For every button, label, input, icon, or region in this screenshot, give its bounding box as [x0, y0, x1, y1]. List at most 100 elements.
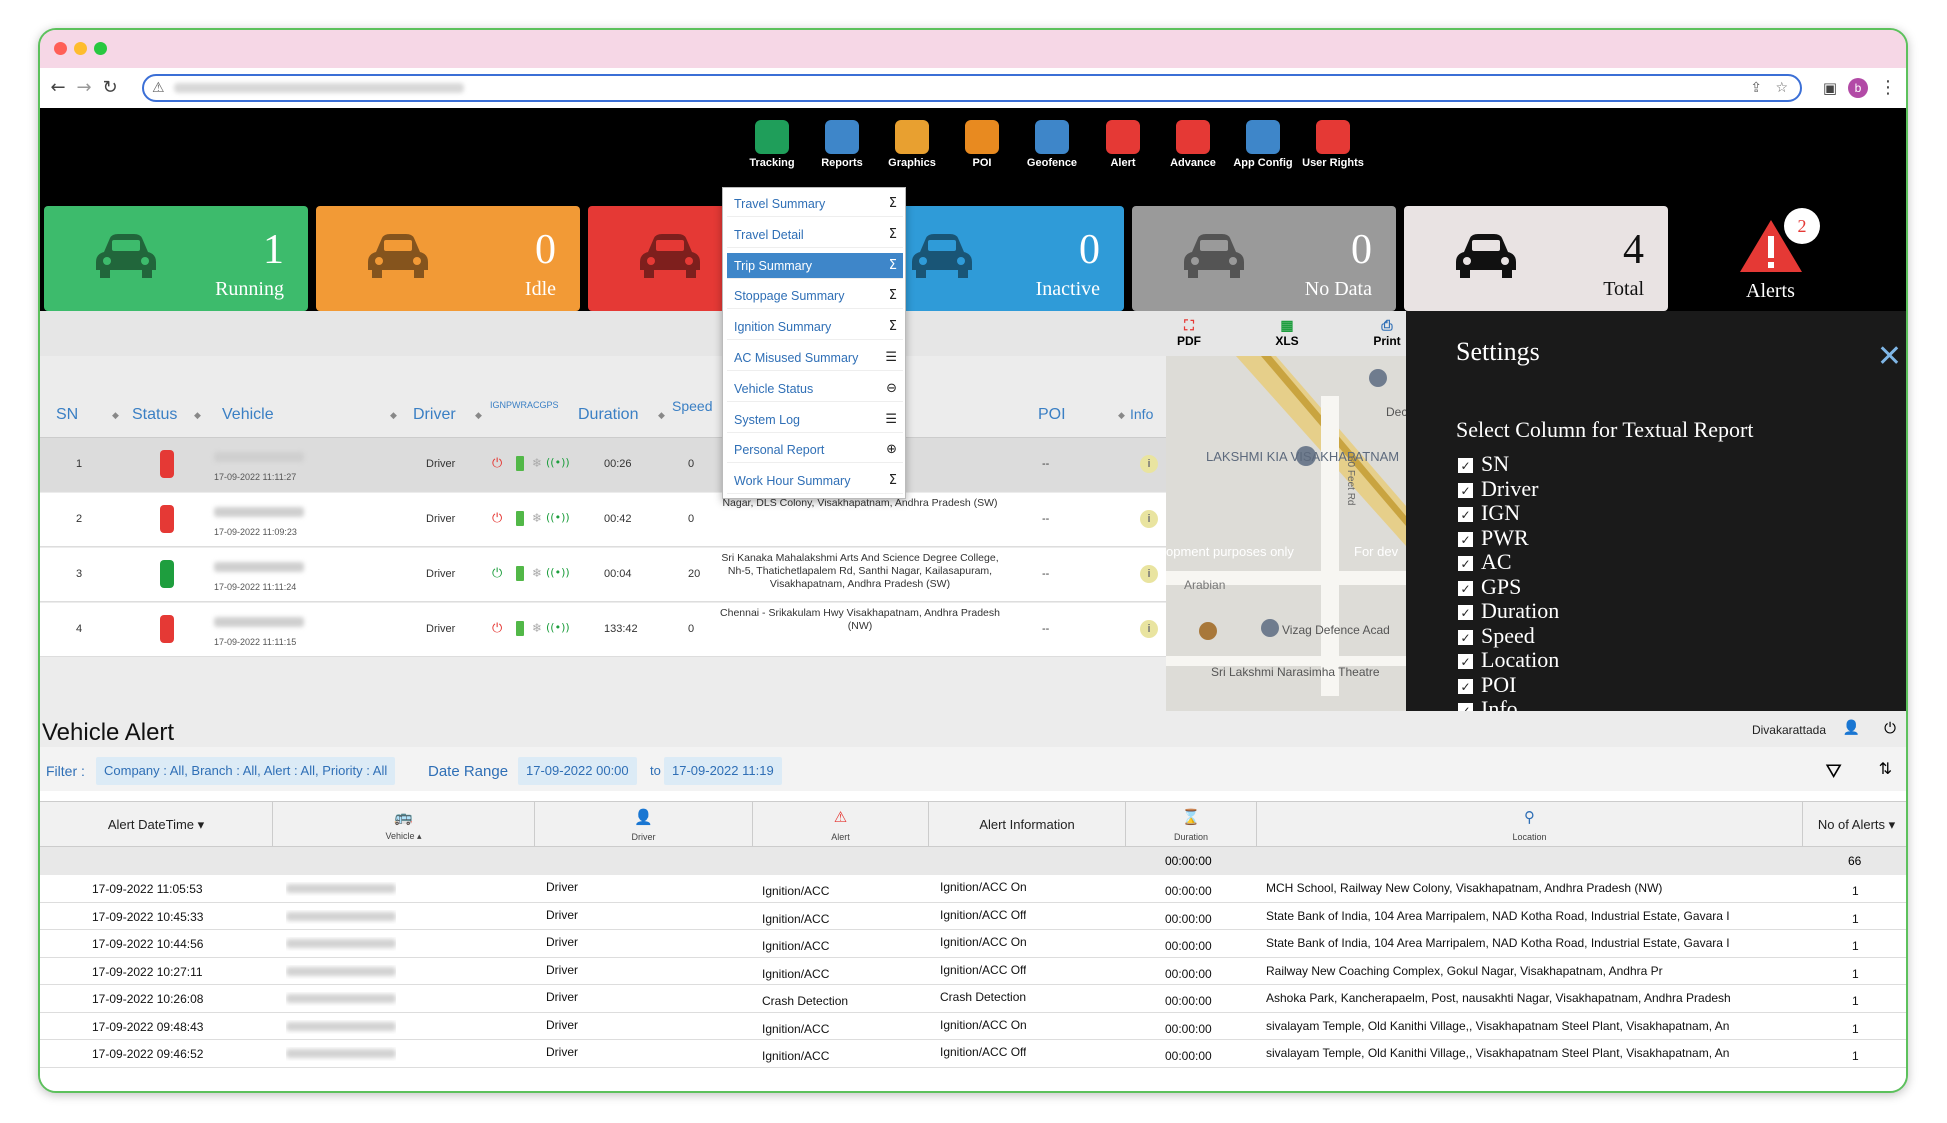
alert-row[interactable]: 17-09-2022 11:05:53 Driver Ignition/ACC Ign… [40, 875, 1906, 903]
col-alert-driver[interactable]: 👤 Driver [535, 802, 753, 848]
site-info-icon[interactable]: ⚠ [152, 80, 165, 96]
column-option-gps[interactable]: ✓ GPS [1458, 574, 1521, 599]
col-alert-location[interactable]: ⚲ Location [1257, 802, 1803, 848]
menu-item-vehicle-status[interactable]: Vehicle Status ⊖ [727, 376, 903, 402]
col-status[interactable]: Status [132, 406, 177, 424]
user-icon[interactable]: 👤 [1843, 720, 1860, 736]
column-option-duration[interactable]: ✓ Duration [1458, 598, 1559, 623]
menu-item-travel-detail[interactable]: Travel Detail Σ [727, 222, 903, 248]
bookmark-star-icon[interactable]: ☆ [1775, 80, 1788, 96]
col-alert-vehicle[interactable]: 🚌 Vehicle ▴ [273, 802, 535, 848]
info-icon[interactable]: i [1140, 620, 1158, 638]
col-ign-pwr-ac-gps[interactable]: IGNPWRACGPS [490, 400, 559, 410]
column-option-sn[interactable]: ✓ SN [1458, 451, 1509, 476]
menu-item-stoppage-summary[interactable]: Stoppage Summary Σ [727, 283, 903, 310]
menu-item-work-hour-summary[interactable]: Work Hour Summary Σ [727, 468, 903, 495]
col-duration[interactable]: Duration [578, 406, 638, 424]
date-from-input[interactable]: 17-09-2022 00:00 [518, 757, 637, 785]
sort-icon[interactable]: ◆ [194, 410, 201, 421]
col-alert-information[interactable]: Alert Information [929, 802, 1126, 848]
menu-item-trip-summary[interactable]: Trip Summary Σ [727, 252, 903, 279]
col-alert-duration[interactable]: ⌛ Duration [1126, 802, 1257, 848]
nav-alert[interactable]: Alert [1088, 120, 1158, 169]
sort-icon[interactable]: ◆ [390, 410, 397, 421]
power-icon[interactable]: ⏻ [1884, 719, 1896, 737]
alert-row[interactable]: 17-09-2022 09:46:52 Driver Ignition/ACC Ign… [40, 1040, 1906, 1068]
alert-row[interactable]: 17-09-2022 10:44:56 Driver Ignition/ACC Ign… [40, 930, 1906, 958]
vehicle-row[interactable]: 4 17-09-2022 11:11:15 Driver ⏻ ❄ ((•)) 133:42 0… [40, 603, 1182, 657]
column-option-location[interactable]: ✓ Location [1458, 647, 1559, 672]
nav-poi[interactable]: POI [947, 120, 1017, 169]
close-settings-icon[interactable]: ✕ [1877, 339, 1902, 374]
nav-geofence[interactable]: Geofence [1017, 120, 1087, 169]
menu-item-system-log[interactable]: System Log ☰ [727, 407, 903, 433]
browser-menu-icon[interactable]: ⋮ [1876, 76, 1900, 100]
column-option-pwr[interactable]: ✓ PWR [1458, 525, 1529, 550]
col-vehicle[interactable]: Vehicle [222, 406, 274, 424]
checkbox-checked-icon[interactable]: ✓ [1458, 556, 1473, 572]
col-sn[interactable]: SN [56, 406, 78, 424]
column-option-ign[interactable]: ✓ IGN [1458, 500, 1520, 525]
alert-row[interactable]: 17-09-2022 10:26:08 Driver Crash Detection… [40, 985, 1906, 1013]
filter-funnel-icon[interactable]: ⛛ [1825, 759, 1842, 783]
alerts-card[interactable]: 2 Alerts [1676, 196, 1906, 311]
alert-row[interactable]: 17-09-2022 10:45:33 Driver Ignition/ACC Ign… [40, 902, 1906, 930]
nav-graphics[interactable]: Graphics [877, 120, 947, 169]
date-to-input[interactable]: 17-09-2022 11:19 [664, 757, 782, 785]
checkbox-checked-icon[interactable]: ✓ [1458, 654, 1473, 670]
column-option-poi[interactable]: ✓ POI [1458, 672, 1516, 697]
info-icon[interactable]: i [1140, 455, 1158, 473]
status-card-running[interactable]: 1 Running [44, 206, 308, 311]
close-window-button[interactable] [54, 42, 67, 55]
print-button[interactable]: ⎙ Print [1362, 317, 1412, 348]
nav-app-config[interactable]: App Config [1228, 120, 1298, 169]
nav-reports[interactable]: Reports [807, 120, 877, 169]
checkbox-checked-icon[interactable]: ✓ [1458, 531, 1473, 547]
nav-tracking[interactable]: Tracking [737, 120, 807, 169]
status-card-total[interactable]: 4 Total [1404, 206, 1668, 311]
column-option-ac[interactable]: ✓ AC [1458, 549, 1512, 574]
url-field[interactable]: ⚠ ⇪ ☆ [142, 74, 1802, 102]
nav-advance[interactable]: Advance [1158, 120, 1228, 169]
col-alert-type[interactable]: ⚠ Alert [753, 802, 929, 848]
col-no-of-alerts[interactable]: No of Alerts ▾ [1803, 802, 1906, 848]
sidebar-toggle-icon[interactable]: ▣ [1818, 76, 1842, 100]
info-icon[interactable]: i [1140, 510, 1158, 528]
share-icon[interactable]: ⇪ [1750, 80, 1762, 96]
xls-export-button[interactable]: ▦ XLS [1262, 317, 1312, 348]
sort-icon[interactable]: ◆ [112, 410, 119, 421]
minimize-window-button[interactable] [74, 42, 87, 55]
checkbox-checked-icon[interactable]: ✓ [1458, 629, 1473, 645]
checkbox-checked-icon[interactable]: ✓ [1458, 458, 1473, 474]
menu-item-personal-report[interactable]: Personal Report ⊕ [727, 437, 903, 464]
reload-icon[interactable]: ↻ [98, 76, 122, 100]
col-driver[interactable]: Driver [413, 406, 456, 424]
column-option-speed[interactable]: ✓ Speed [1458, 623, 1535, 648]
vehicle-row[interactable]: 2 17-09-2022 11:09:23 Driver ⏻ ❄ ((•)) 00:42 0 N… [40, 493, 1182, 547]
menu-item-ac-misused-summary[interactable]: AC Misused Summary ☰ [727, 345, 903, 371]
info-icon[interactable]: i [1140, 565, 1158, 583]
col-poi[interactable]: POI [1038, 406, 1066, 424]
sort-icon[interactable]: ◆ [475, 410, 482, 421]
checkbox-checked-icon[interactable]: ✓ [1458, 507, 1473, 523]
profile-avatar[interactable]: b [1848, 78, 1868, 98]
status-card-idle[interactable]: 0 Idle [316, 206, 580, 311]
vehicle-row[interactable]: 3 17-09-2022 11:11:24 Driver ⏻ ❄ ((•)) 00:04 20… [40, 548, 1182, 602]
forward-icon[interactable]: → [72, 76, 96, 100]
nav-user-rights[interactable]: User Rights [1298, 120, 1368, 169]
checkbox-checked-icon[interactable]: ✓ [1458, 580, 1473, 596]
back-icon[interactable]: ← [46, 76, 70, 100]
map-view[interactable]: LAKSHMI KIA VISAKHAPATNAM opment purpose… [1166, 356, 1406, 711]
col-alert-datetime[interactable]: Alert DateTime ▾ [40, 802, 273, 848]
sort-az-icon[interactable]: ⇅ [1879, 759, 1892, 778]
alert-row[interactable]: 17-09-2022 10:27:11 Driver Ignition/ACC Ign… [40, 957, 1906, 985]
alert-row[interactable]: 17-09-2022 09:48:43 Driver Ignition/ACC Ign… [40, 1012, 1906, 1040]
menu-item-travel-summary[interactable]: Travel Summary Σ [727, 191, 903, 217]
checkbox-checked-icon[interactable]: ✓ [1458, 482, 1473, 498]
checkbox-checked-icon[interactable]: ✓ [1458, 678, 1473, 694]
col-info[interactable]: Info [1130, 406, 1153, 422]
status-card-no-data[interactable]: 0 No Data [1132, 206, 1396, 311]
filter-chip[interactable]: Company : All, Branch : All, Alert : All… [96, 757, 396, 785]
sort-icon[interactable]: ◆ [1118, 410, 1125, 421]
col-speed[interactable]: Speed [672, 398, 712, 414]
